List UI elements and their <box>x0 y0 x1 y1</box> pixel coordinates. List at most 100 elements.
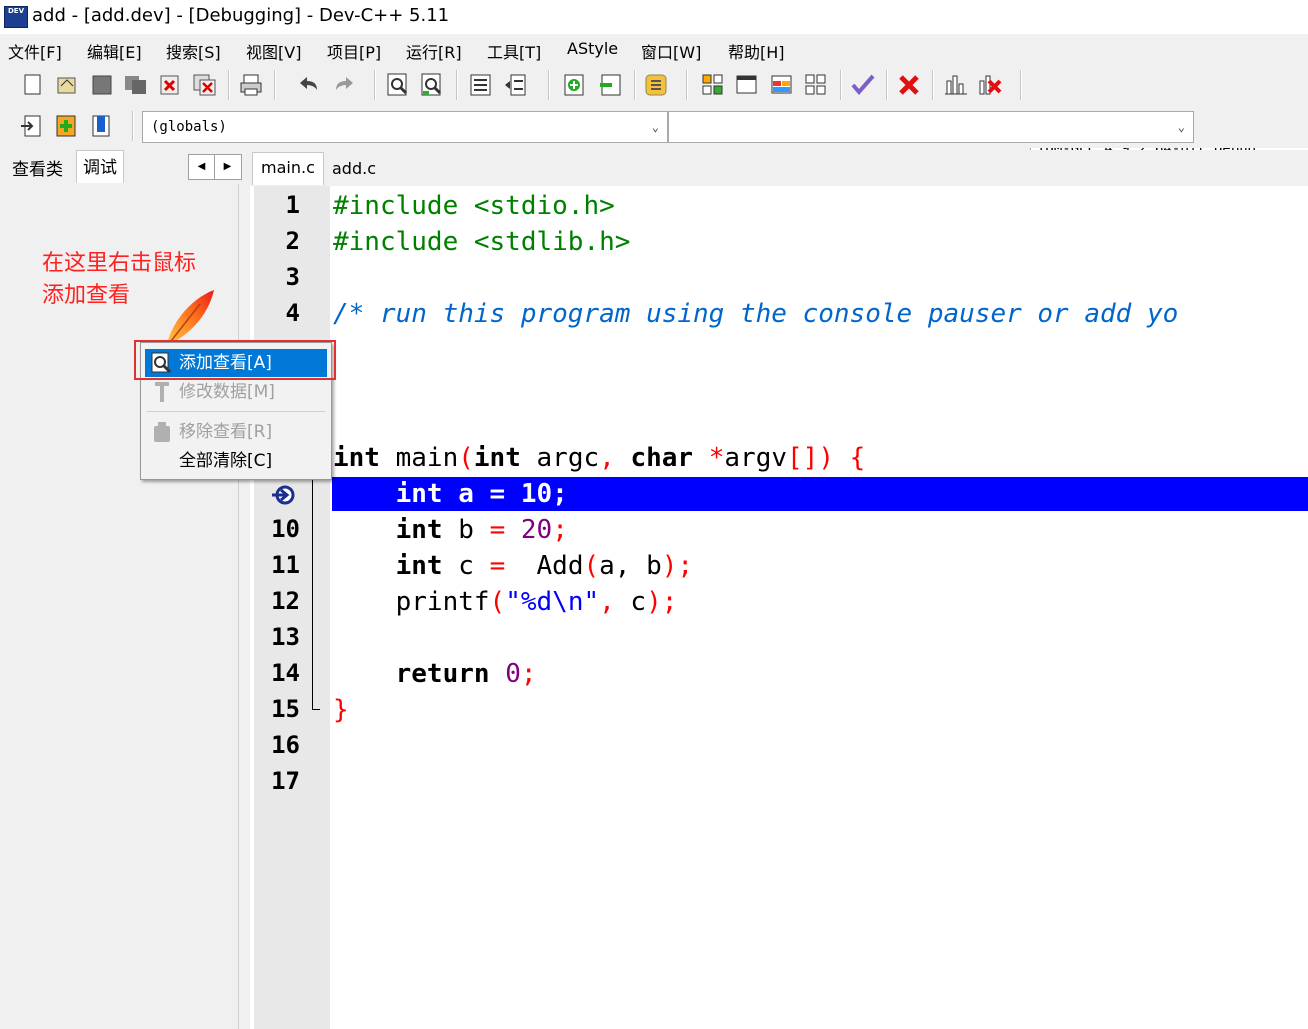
toolbar-separator <box>548 70 550 100</box>
chevron-down-icon: ⌄ <box>651 120 659 134</box>
menu-project[interactable]: 项目[P] <box>327 39 381 63</box>
line-number: 11 <box>271 551 300 579</box>
add-to-project-icon[interactable] <box>562 72 588 98</box>
fold-end-marker <box>312 709 320 710</box>
toolbar-separator <box>1020 70 1022 100</box>
line-number: 17 <box>271 767 300 795</box>
keyword: int <box>395 551 443 581</box>
tab-add-c[interactable]: add.c <box>324 154 384 186</box>
cascade-windows-icon[interactable] <box>769 72 795 98</box>
menu-edit[interactable]: 编辑[E] <box>87 39 142 63</box>
identifier: b <box>442 515 490 545</box>
menu-separator <box>147 411 325 412</box>
find-icon[interactable] <box>386 72 412 98</box>
title-bar: DEV add - [add.dev] - [Debugging] - Dev-… <box>0 0 1308 34</box>
keyword: int <box>333 443 380 473</box>
new-file-icon[interactable] <box>20 72 46 98</box>
toolbar-separator <box>132 111 134 141</box>
code-line-return: return 0; <box>395 659 537 689</box>
toolbar-separator <box>840 70 842 100</box>
undo-icon[interactable] <box>296 72 322 98</box>
delete-profile-icon[interactable] <box>977 72 1003 98</box>
app-icon: DEV <box>4 6 28 28</box>
open-file-icon[interactable] <box>54 72 80 98</box>
code-line-current: int a = 10; <box>333 479 568 509</box>
stop-execution-icon[interactable] <box>896 72 922 98</box>
line-number: 14 <box>271 659 300 687</box>
identifier: c <box>614 587 647 617</box>
tab-debug[interactable]: 调试 <box>76 150 124 183</box>
line-number: 2 <box>285 227 300 255</box>
tab-main-c[interactable]: main.c <box>252 152 324 185</box>
annotation-highlight-box <box>134 340 336 380</box>
profile-icon[interactable] <box>943 72 969 98</box>
execution-arrow-icon <box>270 483 296 507</box>
save-icon[interactable] <box>89 72 115 98</box>
grid-windows-icon[interactable] <box>803 72 829 98</box>
scroll-right-icon[interactable]: ▶ <box>215 155 240 179</box>
menu-view[interactable]: 视图[V] <box>246 39 301 63</box>
menu-tools[interactable]: 工具[T] <box>487 39 541 63</box>
window-icon[interactable] <box>734 72 760 98</box>
close-all-icon[interactable] <box>192 72 218 98</box>
menu-file[interactable]: 文件[F] <box>8 39 62 63</box>
line-number: 4 <box>285 299 300 327</box>
identifier: printf <box>395 587 490 617</box>
save-all-icon[interactable] <box>123 72 149 98</box>
trash-icon <box>151 421 173 443</box>
menu-modify-data[interactable]: 修改数据[M] <box>145 378 327 406</box>
line-number: 10 <box>271 515 300 543</box>
keyword: int <box>395 515 443 545</box>
tab-scroll-buttons: ◀ ▶ <box>188 154 242 180</box>
menu-run[interactable]: 运行[R] <box>406 39 462 63</box>
close-icon[interactable] <box>157 72 183 98</box>
identifier: argc <box>520 443 600 473</box>
main-toolbar: TDM-GCC 4.9.2 64-bit Debug <box>0 64 1308 163</box>
tile-windows-icon[interactable] <box>700 72 726 98</box>
identifier: main <box>379 443 459 473</box>
code-line-close-brace: } <box>333 695 349 725</box>
menu-search[interactable]: 搜索[S] <box>166 39 221 63</box>
identifier: c <box>442 551 490 581</box>
line-number: 13 <box>271 623 300 651</box>
identifier: argv <box>724 443 788 473</box>
scope-combo[interactable]: (globals) ⌄ <box>142 111 668 143</box>
menu-remove-watch[interactable]: 移除查看[R] <box>145 418 327 446</box>
remove-from-project-icon[interactable] <box>597 72 623 98</box>
code-line-main: int main(int argc, char *argv[]) { <box>333 443 866 473</box>
member-combo[interactable]: ⌄ <box>668 111 1194 143</box>
goto-bookmark-icon[interactable] <box>88 113 114 139</box>
insert-icon[interactable] <box>18 113 44 139</box>
indent-icon[interactable] <box>468 72 494 98</box>
menu-help[interactable]: 帮助[H] <box>728 39 785 63</box>
project-options-icon[interactable] <box>643 72 669 98</box>
toolbar-separator <box>634 70 636 100</box>
number: 0 <box>505 659 521 689</box>
annotation-line-1: 在这里右击鼠标 <box>42 251 197 276</box>
menu-window[interactable]: 窗口[W] <box>641 39 701 63</box>
fold-marker <box>312 470 313 710</box>
string: "%d\n" <box>505 587 600 617</box>
toolbar-separator <box>886 70 888 100</box>
chevron-down-icon: ⌄ <box>1177 120 1185 134</box>
menu-bar: 文件[F] 编辑[E] 搜索[S] 视图[V] 项目[P] 运行[R] 工具[T… <box>0 34 1308 64</box>
print-icon[interactable] <box>238 72 264 98</box>
keyword: int <box>473 443 521 473</box>
editor-tabs: main.c add.c <box>250 150 1308 186</box>
menu-clear-all[interactable]: 全部清除[C] <box>145 447 327 475</box>
replace-icon[interactable] <box>420 72 446 98</box>
redo-icon[interactable] <box>331 72 357 98</box>
menu-clear-all-label: 全部清除[C] <box>179 451 273 471</box>
toggle-bookmark-icon[interactable] <box>53 113 79 139</box>
scope-combo-value: (globals) <box>151 119 227 135</box>
check-syntax-icon[interactable] <box>850 72 876 98</box>
scroll-left-icon[interactable]: ◀ <box>189 155 215 179</box>
line-number: 12 <box>271 587 300 615</box>
code-line-4: /* run this program using the console pa… <box>333 299 1179 329</box>
menu-astyle[interactable]: AStyle <box>567 39 618 58</box>
code-line-b: int b = 20; <box>395 515 568 545</box>
toolbar-separator <box>932 70 934 100</box>
tab-class-browser[interactable]: 查看类 <box>6 153 69 187</box>
identifier: Add <box>505 551 584 581</box>
unindent-icon[interactable] <box>502 72 528 98</box>
